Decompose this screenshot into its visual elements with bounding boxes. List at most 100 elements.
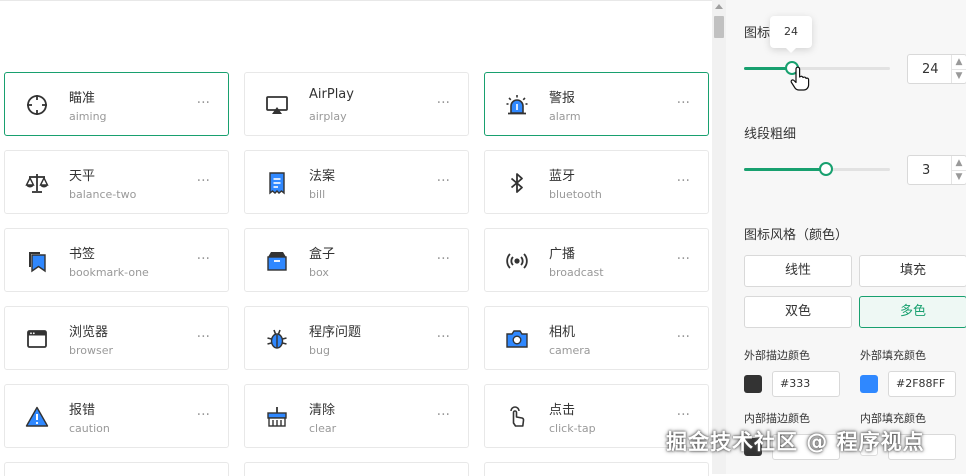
more-options-icon[interactable]: ··· bbox=[197, 407, 210, 423]
stroke-width-slider-fill bbox=[744, 168, 826, 171]
icon-card-subtitle: alarm bbox=[549, 110, 581, 123]
more-options-icon[interactable]: ··· bbox=[197, 329, 210, 345]
icon-card-title: 浏览器 bbox=[69, 325, 109, 340]
icon-card-title: 相机 bbox=[549, 325, 576, 340]
icon-card-title: 报错 bbox=[69, 403, 96, 418]
icon-card-balance-two[interactable]: 天平 balance-two ··· bbox=[4, 150, 229, 214]
stroke-width-label: 线段粗细 bbox=[744, 127, 797, 142]
style-outline-button[interactable]: 线性 bbox=[744, 255, 852, 287]
more-options-icon[interactable]: ··· bbox=[677, 173, 690, 189]
icon-card-title: 警报 bbox=[549, 91, 576, 106]
more-options-icon[interactable]: ··· bbox=[677, 407, 690, 423]
more-options-icon[interactable]: ··· bbox=[677, 329, 690, 345]
more-options-icon[interactable]: ··· bbox=[437, 329, 450, 345]
size-slider[interactable] bbox=[744, 61, 890, 75]
more-options-icon[interactable]: ··· bbox=[437, 95, 450, 111]
more-options-icon[interactable]: ··· bbox=[437, 251, 450, 267]
icon-card-subtitle: bookmark-one bbox=[69, 266, 149, 279]
browser-icon bbox=[27, 330, 47, 348]
inner-fill-color-label: 内部填充颜色 bbox=[860, 412, 926, 425]
stroke-width-stepper[interactable]: 3 ▲ ▼ bbox=[907, 155, 966, 185]
more-options-icon[interactable]: ··· bbox=[677, 251, 690, 267]
increment-arrow-icon[interactable]: ▲ bbox=[951, 55, 966, 70]
size-label: 图标 bbox=[744, 26, 771, 41]
style-label: 图标风格（颜色） bbox=[744, 228, 849, 243]
outer-fill-color-input[interactable]: #2F88FF bbox=[888, 371, 956, 397]
airplay-icon bbox=[266, 96, 288, 114]
icon-card-title: 广播 bbox=[549, 247, 576, 262]
icon-card-aiming[interactable]: 瞄准 aiming ··· bbox=[4, 72, 229, 136]
more-options-icon[interactable]: ··· bbox=[677, 95, 690, 111]
stroke-width-slider[interactable] bbox=[744, 162, 890, 176]
more-options-icon[interactable]: ··· bbox=[437, 407, 450, 423]
hand-pointer-icon bbox=[790, 66, 810, 91]
size-tooltip: 24 bbox=[770, 16, 812, 53]
broadcast-icon bbox=[506, 253, 528, 269]
watermark-text: 掘金技术社区 @ 程序视点 bbox=[666, 430, 925, 454]
icon-card-bookmark-one[interactable]: 书签 bookmark-one ··· bbox=[4, 228, 229, 292]
increment-arrow-icon[interactable]: ▲ bbox=[951, 156, 966, 171]
settings-panel: 图标 24 ▲ ▼ 线段粗细 3 ▲ ▼ 图标风格（颜色） 线性 填充 双色 多… bbox=[726, 0, 966, 474]
icon-card-title: 清除 bbox=[309, 403, 336, 418]
icon-card-title: 瞄准 bbox=[69, 91, 96, 106]
icon-card-bluetooth[interactable]: 蓝牙 bluetooth ··· bbox=[484, 150, 709, 214]
icon-grid: 瞄准 aiming ··· AirPlay airplay ··· 警报 ala… bbox=[0, 0, 712, 476]
icon-card-subtitle: bug bbox=[309, 344, 330, 357]
icon-card-browser[interactable]: 浏览器 browser ··· bbox=[4, 306, 229, 370]
outer-stroke-color-swatch[interactable] bbox=[744, 375, 762, 393]
icon-card-title: AirPlay bbox=[309, 87, 354, 102]
more-options-icon[interactable]: ··· bbox=[197, 95, 210, 111]
scroll-thumb[interactable] bbox=[714, 16, 724, 38]
outer-fill-color-label: 外部填充颜色 bbox=[860, 349, 926, 362]
style-multi-color-button[interactable]: 多色 bbox=[859, 296, 966, 328]
icon-card-subtitle: caution bbox=[69, 422, 110, 435]
more-options-icon[interactable]: ··· bbox=[197, 251, 210, 267]
stroke-width-slider-handle[interactable] bbox=[818, 162, 833, 176]
outer-stroke-color-input[interactable]: #333 bbox=[772, 371, 840, 397]
clear-icon bbox=[267, 407, 287, 427]
style-two-tone-button[interactable]: 双色 bbox=[744, 296, 852, 328]
more-options-icon[interactable]: ··· bbox=[437, 173, 450, 189]
icon-card-subtitle: clear bbox=[309, 422, 337, 435]
balance-two-icon bbox=[25, 174, 49, 193]
outer-stroke-color-label: 外部描边颜色 bbox=[744, 349, 810, 362]
icon-card-subtitle: camera bbox=[549, 344, 591, 357]
style-filled-button[interactable]: 填充 bbox=[859, 255, 966, 287]
grid-scrollbar[interactable] bbox=[712, 0, 726, 474]
icon-card-subtitle: broadcast bbox=[549, 266, 604, 279]
icon-card-subtitle: bill bbox=[309, 188, 326, 201]
icon-card-broadcast[interactable]: 广播 broadcast ··· bbox=[484, 228, 709, 292]
icon-card-title: 法案 bbox=[309, 169, 336, 184]
inner-stroke-color-label: 内部描边颜色 bbox=[744, 412, 810, 425]
size-stepper[interactable]: 24 ▲ ▼ bbox=[907, 54, 966, 84]
icon-card-subtitle: aiming bbox=[69, 110, 107, 123]
icon-card-clear[interactable]: 清除 clear ··· bbox=[244, 384, 469, 448]
icon-card-subtitle: click-tap bbox=[549, 422, 596, 435]
stroke-width-value: 3 bbox=[922, 163, 931, 178]
decrement-arrow-icon[interactable]: ▼ bbox=[951, 170, 966, 184]
icon-card-alarm[interactable]: 警报 alarm ··· bbox=[484, 72, 709, 136]
decrement-arrow-icon[interactable]: ▼ bbox=[951, 69, 966, 83]
bluetooth-icon bbox=[510, 173, 523, 193]
bookmark-one-icon bbox=[29, 252, 46, 273]
size-value: 24 bbox=[922, 62, 939, 77]
icon-card-subtitle: balance-two bbox=[69, 188, 137, 201]
scroll-up-arrow-icon[interactable] bbox=[715, 4, 723, 9]
more-options-icon[interactable]: ··· bbox=[197, 173, 210, 189]
bug-icon bbox=[267, 329, 287, 349]
icon-card-camera[interactable]: 相机 camera ··· bbox=[484, 306, 709, 370]
icon-card-title: 盒子 bbox=[309, 247, 336, 262]
icon-card-title: 书签 bbox=[69, 247, 96, 262]
icon-card-title: 程序问题 bbox=[309, 325, 362, 340]
icon-card-bill[interactable]: 法案 bill ··· bbox=[244, 150, 469, 214]
icon-card-airplay[interactable]: AirPlay airplay ··· bbox=[244, 72, 469, 136]
outer-fill-color-swatch[interactable] bbox=[860, 375, 878, 393]
box-icon bbox=[267, 252, 287, 271]
icon-card-title: 天平 bbox=[69, 169, 96, 184]
click-tap-icon bbox=[510, 406, 525, 427]
alarm-icon bbox=[506, 95, 528, 115]
aiming-icon bbox=[27, 95, 47, 115]
icon-card-bug[interactable]: 程序问题 bug ··· bbox=[244, 306, 469, 370]
icon-card-box[interactable]: 盒子 box ··· bbox=[244, 228, 469, 292]
icon-card-caution[interactable]: 报错 caution ··· bbox=[4, 384, 229, 448]
